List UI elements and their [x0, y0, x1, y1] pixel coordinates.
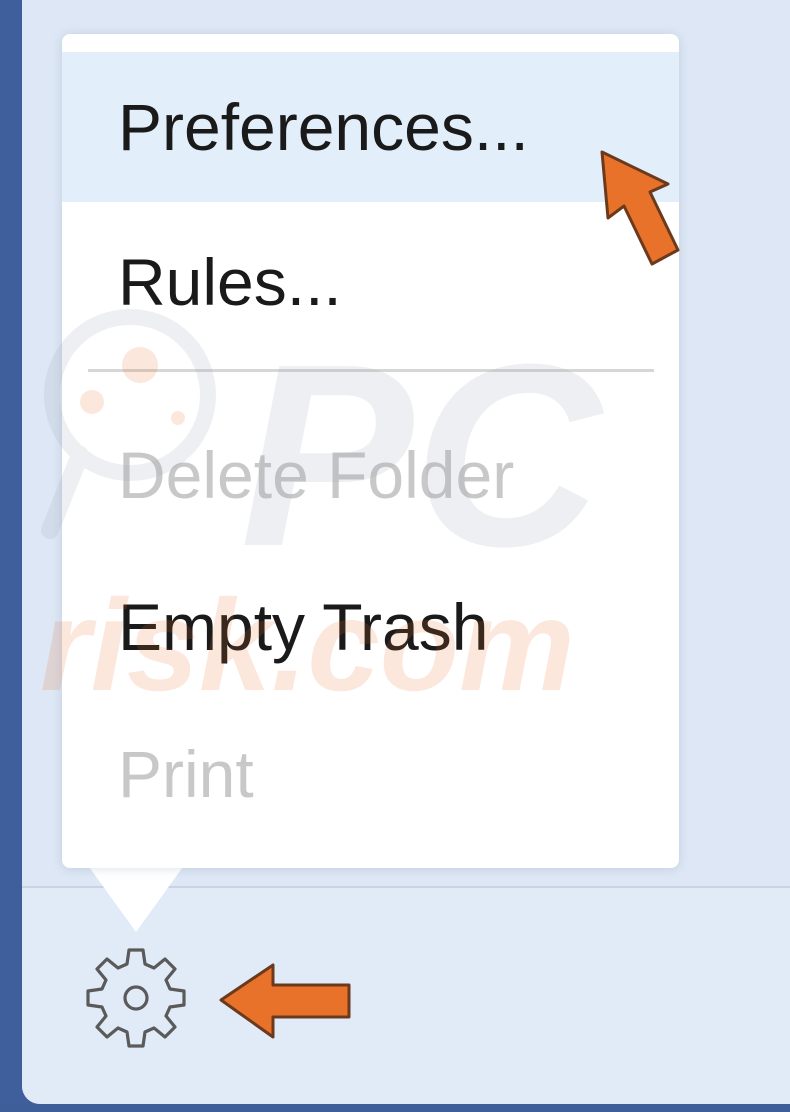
- mail-window: Preferences... Rules... Delete Folder Em…: [0, 0, 790, 1112]
- action-gear-button[interactable]: [76, 938, 196, 1058]
- menu-item-rules[interactable]: Rules...: [62, 207, 679, 357]
- menu-item-delete-folder[interactable]: Delete Folder: [62, 400, 679, 550]
- gear-icon: [86, 948, 186, 1048]
- window-bottom-edge: [0, 1104, 790, 1112]
- menu-pointer-tail: [84, 860, 188, 932]
- window-left-edge: [0, 0, 22, 1112]
- menu-item-preferences[interactable]: Preferences...: [62, 52, 679, 202]
- menu-item-print[interactable]: Print: [62, 699, 679, 849]
- menu-item-empty-trash[interactable]: Empty Trash: [62, 552, 679, 702]
- menu-separator: [88, 369, 654, 372]
- action-menu: Preferences... Rules... Delete Folder Em…: [62, 34, 679, 868]
